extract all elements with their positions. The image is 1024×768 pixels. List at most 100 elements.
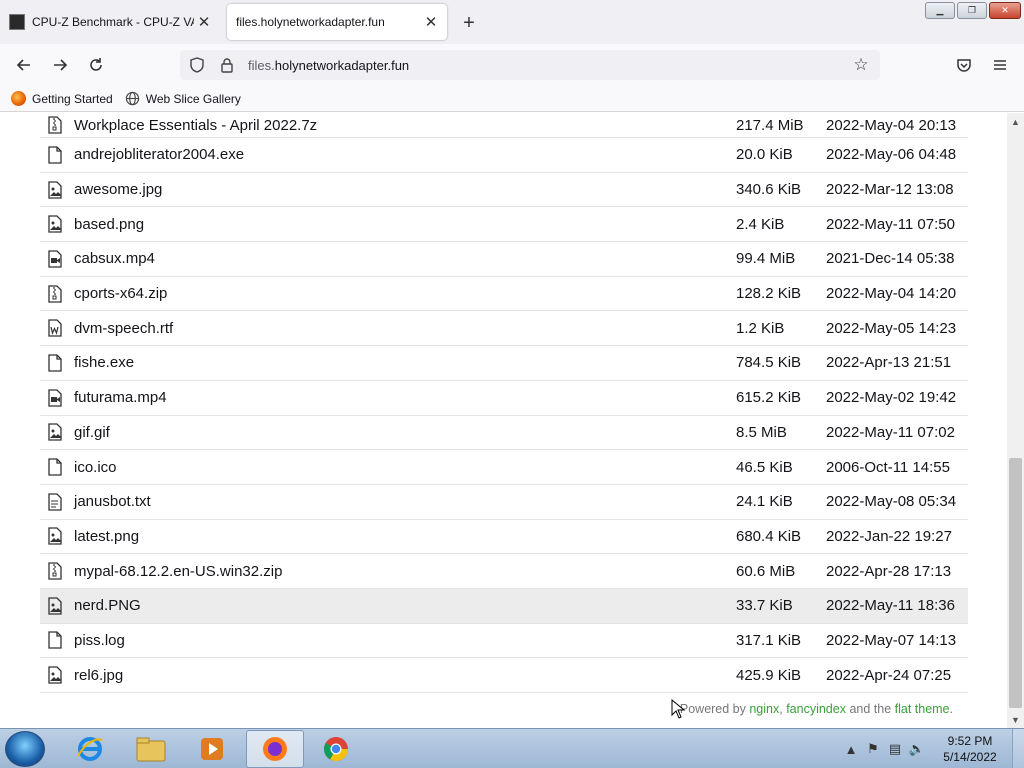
show-desktop-button[interactable] [1012,729,1024,768]
file-row[interactable]: mypal-68.12.2.en-US.win32.zip 60.6 MiB 202… [40,554,968,589]
media-player-icon[interactable] [183,730,241,768]
file-row[interactable]: Workplace Essentials - April 2022.7z 217.… [40,113,968,138]
file-name-link[interactable]: andrejobliterator2004.exe [74,146,736,163]
file-size: 8.5 MiB [736,423,787,441]
file-date: 2022-Mar-12 13:08 [826,181,954,199]
file-date: 2022-May-07 14:13 [826,631,957,649]
back-button[interactable] [11,52,37,78]
close-window-button[interactable]: ✕ [989,2,1021,19]
start-button[interactable] [5,731,45,767]
file-row[interactable]: rel6.jpg 425.9 KiB 2022-Apr-24 07:25 [40,658,968,693]
pocket-button[interactable] [951,52,977,78]
forward-button[interactable] [47,52,73,78]
bookmark-web-slice-gallery[interactable]: Web Slice Gallery [125,91,241,106]
url-text[interactable]: files.holynetworkadapter.fun [248,58,409,73]
file-row[interactable]: piss.log 317.1 KiB 2022-May-07 14:13 [40,624,968,659]
file-name-link[interactable]: janusbot.txt [74,493,736,510]
file-date: 2022-May-11 07:50 [826,215,955,233]
file-name-link[interactable]: piss.log [74,632,736,649]
file-explorer-icon[interactable] [122,730,180,768]
file-name-link[interactable]: dvm-speech.rtf [74,320,736,337]
minimize-button[interactable]: ▁ [925,2,955,19]
bookmark-getting-started[interactable]: Getting Started [11,91,113,106]
file-date: 2022-Apr-13 21:51 [826,354,952,372]
file-date: 2022-May-06 04:48 [826,146,957,164]
fancyindex-link[interactable]: fancyindex [786,702,846,716]
file-row[interactable]: nerd.PNG 33.7 KiB 2022-May-11 18:36 [40,588,968,624]
file-row[interactable]: cabsux.mp4 99.4 MiB 2021-Dec-14 05:38 [40,242,968,277]
file-icon [47,458,63,476]
network-icon[interactable]: ▤ [884,741,906,757]
file-name-link[interactable]: based.png [74,216,736,233]
lock-icon[interactable] [214,52,240,78]
menu-button[interactable] [987,52,1013,78]
flat-theme-link[interactable]: flat theme [895,702,950,716]
file-row[interactable]: based.png 2.4 KiB 2022-May-11 07:50 [40,207,968,243]
file-date: 2022-Apr-28 17:13 [826,562,952,580]
close-icon[interactable]: ✕ [194,12,214,32]
internet-explorer-icon[interactable] [61,730,119,768]
file-row[interactable]: ico.ico 46.5 KiB 2006-Oct-11 14:55 [40,450,968,485]
page-content: Workplace Essentials - April 2022.7z 217.… [0,113,1007,728]
chrome-icon[interactable] [307,730,365,768]
image-icon [47,527,63,546]
file-date: 2021-Dec-14 05:38 [826,250,955,268]
tab-title: CPU-Z Benchmark - CPU-Z VAL [32,15,194,29]
file-row[interactable]: awesome.jpg 340.6 KiB 2022-Mar-12 13:08 [40,173,968,208]
clock-date: 5/14/2022 [943,750,997,764]
file-name-link[interactable]: rel6.jpg [74,667,736,684]
nginx-link[interactable]: nginx [749,702,779,716]
close-icon[interactable]: ✕ [421,12,441,32]
file-size: 680.4 KiB [736,527,802,545]
taskbar-clock[interactable]: 9:52 PM 5/14/2022 [928,733,1012,765]
scroll-up-icon[interactable]: ▲ [1007,113,1024,130]
volume-icon[interactable]: 🔈 [906,741,928,757]
file-name-link[interactable]: ico.ico [74,459,736,476]
file-row[interactable]: cports-x64.zip 128.2 KiB 2022-May-04 14:20 [40,277,968,312]
scroll-down-icon[interactable]: ▼ [1007,711,1024,728]
tab-cpuz[interactable]: CPU-Z Benchmark - CPU-Z VAL ✕ [0,4,220,40]
firefox-icon [11,91,26,106]
file-row[interactable]: janusbot.txt 24.1 KiB 2022-May-08 05:34 [40,485,968,520]
file-size: 217.4 MiB [736,116,804,134]
reload-icon [90,58,102,71]
file-name-link[interactable]: gif.gif [74,424,736,441]
action-center-flag-icon[interactable]: ⚑ [862,741,884,757]
file-size: 615.2 KiB [736,389,802,407]
maximize-button[interactable]: ❐ [957,2,987,19]
scrollbar-thumb[interactable] [1009,458,1022,708]
file-row[interactable]: fishe.exe 784.5 KiB 2022-Apr-13 21:51 [40,346,968,381]
new-tab-button[interactable]: + [456,10,482,36]
file-name-link[interactable]: fishe.exe [74,354,736,371]
url-bar[interactable]: files.holynetworkadapter.fun ☆ [180,50,880,80]
vertical-scrollbar[interactable]: ▲ ▼ [1007,113,1024,728]
file-date: 2022-May-04 20:13 [826,116,957,134]
file-size: 340.6 KiB [736,181,802,199]
file-name-link[interactable]: Workplace Essentials - April 2022.7z [74,117,736,134]
file-name-link[interactable]: nerd.PNG [74,597,736,614]
file-name-link[interactable]: cports-x64.zip [74,285,736,302]
file-name-link[interactable]: futurama.mp4 [74,389,736,406]
file-row[interactable]: dvm-speech.rtf 1.2 KiB 2022-May-05 14:23 [40,311,968,347]
file-size: 2.4 KiB [736,215,785,233]
file-name-link[interactable]: latest.png [74,528,736,545]
bookmark-label: Getting Started [32,91,113,106]
tab-files[interactable]: files.holynetworkadapter.fun ✕ [227,4,447,40]
file-size: 46.5 KiB [736,458,793,476]
file-name-link[interactable]: awesome.jpg [74,181,736,198]
file-row[interactable]: gif.gif 8.5 MiB 2022-May-11 07:02 [40,416,968,451]
file-date: 2006-Oct-11 14:55 [826,458,950,476]
file-row[interactable]: andrejobliterator2004.exe 20.0 KiB 2022-Ma… [40,138,968,173]
reload-button[interactable] [83,52,109,78]
firefox-taskbar-icon[interactable] [246,730,304,768]
file-row[interactable]: latest.png 680.4 KiB 2022-Jan-22 19:27 [40,520,968,555]
file-date: 2022-May-11 18:36 [826,597,955,615]
bookmark-star-icon[interactable]: ☆ [848,52,874,78]
file-listing-table: Workplace Essentials - April 2022.7z 217.… [40,113,968,693]
file-name-link[interactable]: cabsux.mp4 [74,250,736,267]
file-row[interactable]: futurama.mp4 615.2 KiB 2022-May-02 19:42 [40,381,968,416]
hamburger-menu-icon [994,60,1006,70]
show-hidden-icons-icon[interactable]: ▲ [840,742,862,757]
file-name-link[interactable]: mypal-68.12.2.en-US.win32.zip [74,563,736,580]
shield-icon[interactable] [184,52,210,78]
